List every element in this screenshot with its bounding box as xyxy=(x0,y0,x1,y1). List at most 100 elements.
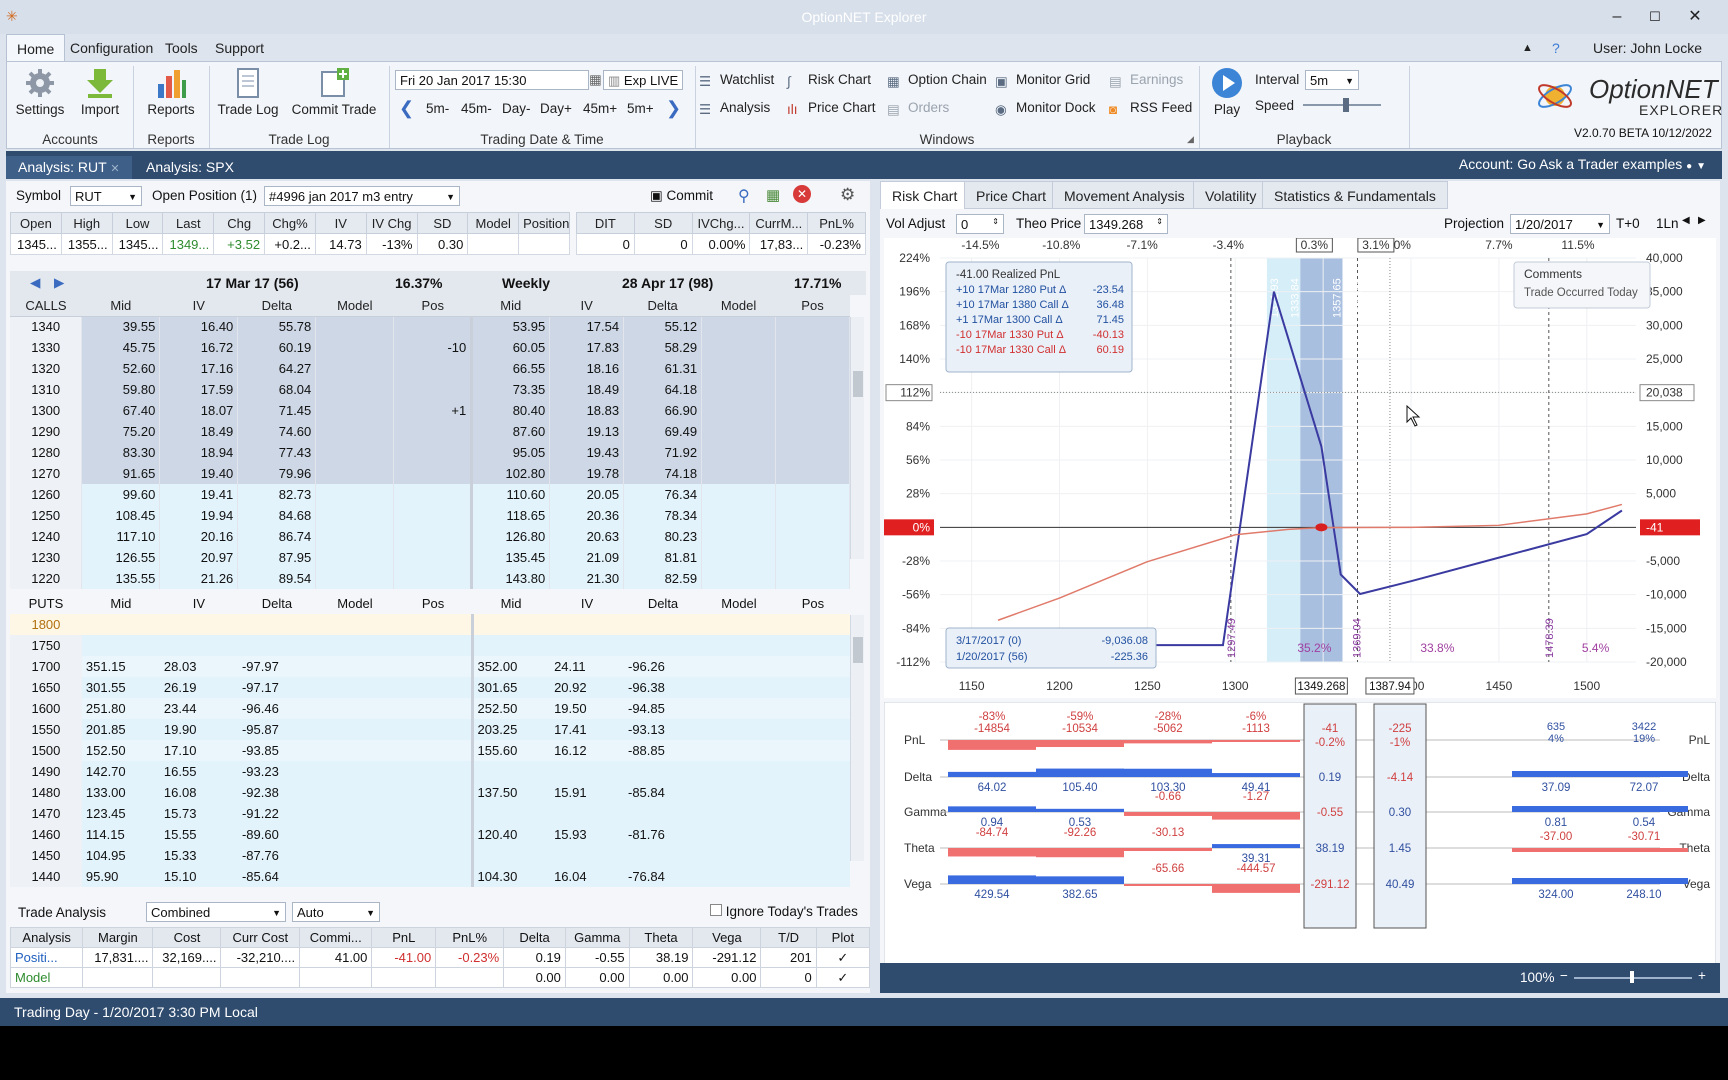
option-cell[interactable]: 20.36 xyxy=(549,505,625,526)
option-cell[interactable] xyxy=(701,337,776,358)
option-cell[interactable] xyxy=(315,463,395,484)
option-cell[interactable]: 67.40 xyxy=(81,400,161,421)
speed-slider[interactable] xyxy=(1303,96,1387,112)
option-cell[interactable]: -91.22 xyxy=(237,803,316,824)
option-cell[interactable] xyxy=(701,316,776,337)
option-cell[interactable] xyxy=(623,845,703,866)
table-row[interactable]: 1470 123.45 15.73 -91.22 xyxy=(10,803,850,824)
option-cell[interactable] xyxy=(393,526,473,547)
option-cell[interactable] xyxy=(315,824,394,845)
table-row[interactable]: 1440 95.90 15.10 -85.64 104.30 16.04 -76.84 xyxy=(10,866,850,887)
plot-checkbox[interactable]: ✓ xyxy=(815,967,871,988)
monitor-dock-button[interactable]: ◉ Monitor Dock xyxy=(995,100,1096,117)
option-cell[interactable]: 102.80 xyxy=(470,463,551,484)
option-cell[interactable] xyxy=(394,866,473,887)
option-cell[interactable]: -89.60 xyxy=(237,824,316,845)
option-cell[interactable] xyxy=(315,442,395,463)
option-cell[interactable]: -93.23 xyxy=(237,761,316,782)
option-cell[interactable]: 52.60 xyxy=(81,358,161,379)
option-cell[interactable] xyxy=(470,803,551,824)
option-cell[interactable]: 104.30 xyxy=(470,866,551,887)
option-cell[interactable] xyxy=(315,677,394,698)
option-cell[interactable] xyxy=(315,740,394,761)
help-icon[interactable]: ? xyxy=(1552,40,1560,56)
option-cell[interactable] xyxy=(315,316,395,337)
option-cell[interactable] xyxy=(775,400,850,421)
option-cell[interactable]: 18.83 xyxy=(549,400,625,421)
option-cell[interactable] xyxy=(701,547,776,568)
option-cell[interactable] xyxy=(775,698,850,719)
option-cell[interactable]: 15.91 xyxy=(550,782,624,803)
option-cell[interactable] xyxy=(315,421,395,442)
option-cell[interactable]: 18.16 xyxy=(549,358,625,379)
option-cell[interactable]: 252.50 xyxy=(470,698,551,719)
option-cell[interactable]: 114.15 xyxy=(81,824,160,845)
option-cell[interactable]: 84.68 xyxy=(237,505,317,526)
option-cell[interactable]: 68.04 xyxy=(237,379,317,400)
tab-analysis-spx[interactable]: Analysis: SPX xyxy=(134,156,246,179)
table-row[interactable]: 1340 39.55 16.40 55.78 53.95 17.54 55.12 xyxy=(10,316,850,337)
option-cell[interactable]: 64.27 xyxy=(237,358,317,379)
option-cell[interactable] xyxy=(394,656,473,677)
option-cell[interactable] xyxy=(470,845,551,866)
option-cell[interactable] xyxy=(393,358,473,379)
table-row[interactable]: 1800 xyxy=(10,614,850,635)
option-cell[interactable]: 137.50 xyxy=(470,782,551,803)
option-cell[interactable]: -10 xyxy=(393,337,473,358)
option-cell[interactable]: 21.30 xyxy=(549,568,625,589)
step-forward-icon[interactable]: ❯ xyxy=(666,98,681,119)
ta-row-label[interactable]: Positi... xyxy=(9,947,84,968)
option-cell[interactable] xyxy=(775,866,850,887)
option-cell[interactable]: 20.16 xyxy=(159,526,239,547)
option-cell[interactable] xyxy=(394,803,473,824)
price-chart-button[interactable]: ılı Price Chart xyxy=(787,100,876,117)
option-cell[interactable] xyxy=(470,761,551,782)
option-cell[interactable]: 301.55 xyxy=(81,677,160,698)
option-cell[interactable]: 17.41 xyxy=(550,719,624,740)
table-row[interactable]: 1310 59.80 17.59 68.04 73.35 18.49 64.18 xyxy=(10,379,850,400)
option-cell[interactable] xyxy=(775,526,850,547)
line-count-label[interactable]: 1Ln xyxy=(1656,216,1679,231)
option-cell[interactable]: 117.10 xyxy=(81,526,161,547)
table-row[interactable]: 1270 91.65 19.40 79.96 102.80 19.78 74.18 xyxy=(10,463,850,484)
option-cell[interactable] xyxy=(775,568,850,589)
option-cell[interactable]: 83.30 xyxy=(81,442,161,463)
table-row[interactable]: 1500 152.50 17.10 -93.85 155.60 16.12 -88.85 xyxy=(10,740,850,761)
option-cell[interactable] xyxy=(775,463,850,484)
calendar-icon[interactable]: ▦ xyxy=(589,72,602,88)
option-cell[interactable] xyxy=(775,635,850,656)
option-cell[interactable] xyxy=(470,635,551,656)
option-cell[interactable] xyxy=(701,442,776,463)
option-cell[interactable]: -96.26 xyxy=(623,656,703,677)
option-cell[interactable] xyxy=(775,782,850,803)
option-cell[interactable] xyxy=(701,505,776,526)
option-cell[interactable]: -81.76 xyxy=(623,824,703,845)
step-day-minus[interactable]: Day- xyxy=(502,101,531,116)
table-row[interactable]: 1300 67.40 18.07 71.45 +1 80.40 18.83 66.90 xyxy=(10,400,850,421)
option-cell[interactable]: 123.45 xyxy=(81,803,160,824)
option-cell[interactable] xyxy=(315,614,394,635)
option-cell[interactable]: 16.55 xyxy=(159,761,238,782)
option-cell[interactable] xyxy=(775,740,850,761)
watchlist-button[interactable]: ☰ Watchlist xyxy=(699,72,774,89)
option-cell[interactable]: 79.96 xyxy=(237,463,317,484)
rss-feed-button[interactable]: ◙ RSS Feed xyxy=(1109,100,1192,117)
option-cell[interactable] xyxy=(775,719,850,740)
calls-scroll-thumb[interactable] xyxy=(853,371,863,397)
option-cell[interactable]: 251.80 xyxy=(81,698,160,719)
option-cell[interactable]: 19.90 xyxy=(159,719,238,740)
option-cell[interactable] xyxy=(394,761,473,782)
step-45m-minus[interactable]: 45m- xyxy=(461,101,492,116)
option-cell[interactable]: 118.65 xyxy=(470,505,551,526)
option-cell[interactable] xyxy=(550,635,624,656)
option-cell[interactable]: 18.49 xyxy=(549,379,625,400)
option-cell[interactable]: 69.49 xyxy=(623,421,703,442)
option-cell[interactable]: 74.18 xyxy=(623,463,703,484)
option-cell[interactable] xyxy=(315,782,394,803)
monitor-grid-button[interactable]: ▣ Monitor Grid xyxy=(995,72,1090,89)
option-cell[interactable]: 53.95 xyxy=(470,316,551,337)
dialog-launcher-icon[interactable]: ◢ xyxy=(1187,134,1194,145)
settings-button[interactable]: Settings xyxy=(13,66,67,117)
close-tab-icon[interactable]: ✕ xyxy=(110,163,119,175)
option-cell[interactable]: 81.81 xyxy=(623,547,703,568)
